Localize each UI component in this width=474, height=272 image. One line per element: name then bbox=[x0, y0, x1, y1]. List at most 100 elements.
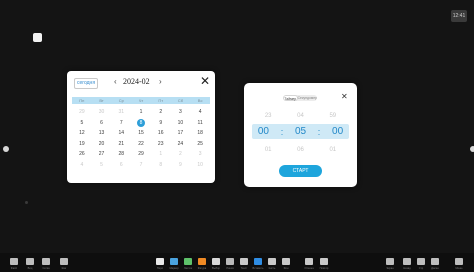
next-month-button[interactable]: › bbox=[159, 77, 162, 86]
day-cell[interactable]: 6 bbox=[92, 118, 112, 129]
hours-value[interactable]: 00 bbox=[258, 126, 269, 137]
day-number: 4 bbox=[80, 161, 84, 168]
pen-icon[interactable] bbox=[156, 258, 164, 265]
day-cell[interactable]: 15 bbox=[131, 128, 151, 139]
day-cell[interactable]: 18 bbox=[190, 128, 210, 139]
day-cell[interactable]: 3 bbox=[171, 107, 191, 118]
back-icon[interactable] bbox=[403, 258, 411, 265]
day-cell[interactable]: 5 bbox=[92, 160, 112, 171]
day-cell[interactable]: 12 bbox=[72, 128, 92, 139]
calendar-widget: сегодня ‹ 2024-02 › ✕ Пн Вт Ср Чт Пт Сб Вс 29 3… bbox=[67, 71, 215, 183]
select-icon[interactable] bbox=[212, 258, 220, 265]
right-page-handle[interactable] bbox=[470, 146, 474, 152]
day-cell[interactable]: 22 bbox=[131, 139, 151, 150]
day-cell[interactable]: 4 bbox=[190, 107, 210, 118]
day-number: 27 bbox=[98, 151, 105, 157]
day-cell[interactable]: 1 bbox=[131, 107, 151, 118]
file-icon[interactable] bbox=[10, 258, 18, 265]
day-cell[interactable]: 5 bbox=[72, 118, 92, 129]
timer-next-row: 01 06 01 bbox=[252, 147, 349, 153]
text-icon[interactable] bbox=[240, 258, 248, 265]
next-minutes[interactable]: 06 bbox=[297, 147, 304, 153]
toolbar-label: Вид bbox=[27, 267, 33, 270]
day-cell[interactable]: 6 bbox=[111, 160, 131, 171]
day-number: 6 bbox=[119, 161, 123, 168]
timer-mode-option[interactable]: Таймер bbox=[283, 95, 298, 101]
day-cell[interactable]: 8 bbox=[151, 160, 171, 171]
background-icon[interactable] bbox=[282, 258, 290, 265]
close-icon[interactable]: ✕ bbox=[200, 74, 210, 88]
day-cell[interactable]: 10 bbox=[171, 118, 191, 129]
timer-mode-toggle[interactable]: Таймер Секундомер bbox=[283, 95, 317, 101]
day-cell[interactable]: 7 bbox=[131, 160, 151, 171]
weekday-label: Пн bbox=[79, 98, 85, 103]
grid-icon[interactable] bbox=[42, 258, 50, 265]
day-cell[interactable]: 14 bbox=[111, 128, 131, 139]
day-cell[interactable]: 17 bbox=[171, 128, 191, 139]
day-cell[interactable]: 4 bbox=[72, 160, 92, 171]
next-hours[interactable]: 01 bbox=[265, 147, 272, 153]
day-number: 8 bbox=[159, 161, 163, 168]
eraser-icon[interactable] bbox=[184, 258, 192, 265]
close-icon[interactable]: ✕ bbox=[341, 92, 348, 101]
today-button[interactable]: сегодня bbox=[74, 78, 98, 89]
menu-icon[interactable] bbox=[455, 258, 463, 265]
day-cell[interactable]: 28 bbox=[111, 149, 131, 160]
floating-tool-icon[interactable] bbox=[33, 33, 42, 42]
minutes-value[interactable]: 05 bbox=[295, 126, 306, 137]
day-cell[interactable]: 26 bbox=[72, 149, 92, 160]
day-cell[interactable]: 20 bbox=[92, 139, 112, 150]
brush-icon[interactable] bbox=[268, 258, 276, 265]
day-cell[interactable]: 21 bbox=[111, 139, 131, 150]
selected-day-cell[interactable]: 8 bbox=[131, 118, 151, 129]
timer-current-row: 00 : 05 : 00 bbox=[252, 124, 349, 139]
bottom-toolbar: Файл Вид Сетка Шаг Перо Маркер Ластик Фигура Выб… bbox=[0, 253, 474, 272]
redo-icon[interactable] bbox=[320, 258, 328, 265]
day-number: 19 bbox=[79, 140, 85, 147]
line-icon[interactable] bbox=[226, 258, 234, 265]
toolbar-label: Шаг bbox=[61, 267, 67, 270]
shape-icon[interactable] bbox=[198, 258, 206, 265]
seconds-value[interactable]: 00 bbox=[332, 126, 343, 137]
screen-icon[interactable] bbox=[386, 258, 394, 265]
day-cell[interactable]: 25 bbox=[190, 139, 210, 150]
day-cell[interactable]: 7 bbox=[111, 118, 131, 129]
day-cell[interactable]: 29 bbox=[72, 107, 92, 118]
day-cell[interactable]: 23 bbox=[151, 139, 171, 150]
day-number: 6 bbox=[100, 119, 103, 126]
day-cell[interactable]: 1 bbox=[151, 149, 171, 160]
prev-hours[interactable]: 23 bbox=[265, 113, 272, 119]
day-cell[interactable]: 16 bbox=[151, 128, 171, 139]
prev-seconds[interactable]: 59 bbox=[329, 113, 336, 119]
day-cell[interactable]: 13 bbox=[92, 128, 112, 139]
day-cell[interactable]: 11 bbox=[190, 118, 210, 129]
prev-minutes[interactable]: 04 bbox=[297, 113, 304, 119]
day-cell[interactable]: 9 bbox=[151, 118, 171, 129]
start-button[interactable]: СТАРТ bbox=[279, 165, 322, 177]
day-cell[interactable]: 9 bbox=[171, 160, 191, 171]
next-icon[interactable] bbox=[431, 258, 439, 265]
left-page-handle[interactable] bbox=[3, 146, 9, 152]
page-icon[interactable] bbox=[417, 258, 425, 265]
stopwatch-mode-option[interactable]: Секундомер bbox=[298, 95, 317, 101]
insert-icon[interactable] bbox=[254, 258, 262, 265]
day-cell[interactable]: 2 bbox=[171, 149, 191, 160]
step-icon[interactable] bbox=[60, 258, 68, 265]
day-cell[interactable]: 2 bbox=[151, 107, 171, 118]
toolbar-label: Повтор bbox=[319, 267, 329, 270]
day-cell[interactable]: 27 bbox=[92, 149, 112, 160]
day-number: 2 bbox=[159, 109, 163, 115]
day-cell[interactable]: 29 bbox=[131, 149, 151, 160]
day-cell[interactable]: 3 bbox=[190, 149, 210, 160]
day-cell[interactable]: 30 bbox=[92, 107, 112, 118]
day-cell[interactable]: 24 bbox=[171, 139, 191, 150]
view-icon[interactable] bbox=[26, 258, 34, 265]
next-seconds[interactable]: 01 bbox=[329, 147, 336, 153]
day-cell[interactable]: 19 bbox=[72, 139, 92, 150]
marker-icon[interactable] bbox=[170, 258, 178, 265]
undo-icon[interactable] bbox=[305, 258, 313, 265]
day-cell[interactable]: 31 bbox=[111, 107, 131, 118]
prev-month-button[interactable]: ‹ bbox=[114, 77, 117, 86]
day-cell[interactable]: 10 bbox=[190, 160, 210, 171]
day-number: 2 bbox=[179, 151, 182, 157]
